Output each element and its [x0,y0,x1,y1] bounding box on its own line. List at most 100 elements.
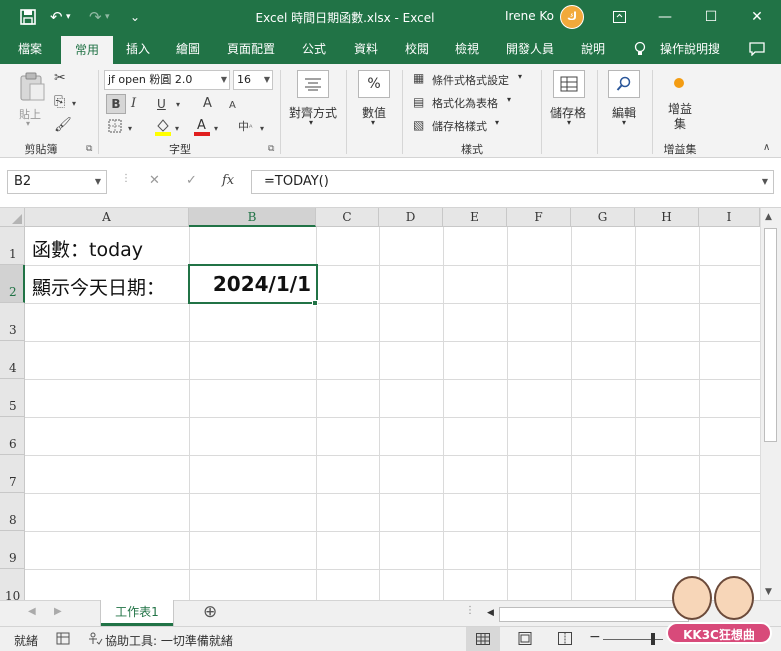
name-box[interactable]: B2 ▼ [7,170,107,194]
redo-dropdown-icon[interactable]: ▾ [105,7,110,27]
shrink-font-button[interactable]: A [229,98,236,114]
copy-dropdown-icon[interactable]: ▾ [72,96,76,112]
tab-data[interactable]: 資料 [346,34,386,64]
addins-button[interactable]: 增益集 [668,102,692,132]
maximize-icon[interactable]: ☐ [696,6,726,28]
macro-record-icon[interactable] [56,632,70,648]
clipboard-launcher-icon[interactable]: ⧉ [86,144,92,154]
select-all-button[interactable] [0,208,25,227]
underline-dropdown-icon[interactable]: ▾ [176,97,180,113]
zoom-out-icon[interactable]: − [589,629,601,645]
sheet-tab-1[interactable]: 工作表1 [101,600,173,626]
accessibility-icon[interactable] [87,632,103,648]
cancel-icon[interactable]: ✕ [149,173,160,188]
add-sheet-icon[interactable]: ⊕ [203,602,217,622]
collapse-ribbon-icon[interactable]: ∧ [763,140,770,156]
tab-review[interactable]: 校閱 [397,34,437,64]
vertical-scroll-thumb[interactable] [764,228,777,442]
tab-view[interactable]: 檢視 [447,34,487,64]
row-header-1[interactable]: 1 [0,227,25,265]
undo-dropdown-icon[interactable]: ▾ [66,7,71,27]
minimize-icon[interactable]: — [650,6,680,28]
tab-insert[interactable]: 插入 [118,34,158,64]
tell-me-search[interactable]: 操作說明搜 [660,34,720,64]
paste-icon[interactable] [17,72,47,106]
phonetic-icon[interactable]: 中ᴬ [238,119,252,136]
sheet-next-icon[interactable]: ▶ [54,606,62,617]
page-break-view-icon[interactable] [558,632,572,648]
row-header-8[interactable]: 8 [0,493,25,531]
alignment-icon[interactable] [297,70,329,98]
scroll-up-icon[interactable]: ▲ [765,212,772,222]
row-header-10[interactable]: 10 [0,569,25,600]
avatar[interactable]: ك [560,5,584,29]
bold-button[interactable]: B [106,94,126,114]
conditional-format-dropdown-icon[interactable]: ▾ [518,72,522,81]
editing-icon[interactable] [608,70,640,98]
format-painter-icon[interactable]: 🖌 [54,117,72,133]
column-header-b[interactable]: B [189,208,316,227]
sheet-prev-icon[interactable]: ◀ [28,606,36,617]
italic-button[interactable]: I [131,96,136,112]
zoom-slider-thumb[interactable] [651,633,655,645]
column-header-a[interactable]: A [25,208,189,227]
paste-dropdown-icon[interactable]: ▾ [26,119,30,128]
column-header-c[interactable]: C [316,208,379,227]
customize-toolbar-icon[interactable]: ⌄ [130,7,140,27]
fill-color-dropdown-icon[interactable]: ▾ [175,121,179,137]
cut-icon[interactable]: ✂ [54,70,66,86]
borders-icon[interactable] [108,119,122,137]
copy-icon[interactable]: ⎘ [54,94,65,110]
conditional-format-button[interactable]: 條件式格式設定 [432,72,509,88]
column-header-d[interactable]: D [379,208,443,227]
number-dropdown-icon[interactable]: ▾ [371,118,375,127]
page-layout-view-icon[interactable] [518,632,532,648]
cell-styles-button[interactable]: 儲存格樣式 [432,118,487,134]
tab-file[interactable]: 檔案 [8,34,52,64]
row-header-2[interactable]: 2 [0,265,25,303]
font-name-select[interactable]: jf open 粉圓 2.0 ▼ [104,70,230,90]
splitter-dots-icon[interactable]: ⋮ [465,605,475,616]
tab-formulas[interactable]: 公式 [294,34,334,64]
column-header-f[interactable]: F [507,208,571,227]
number-format-icon[interactable]: % [358,70,390,98]
scroll-left-icon[interactable]: ◀ [487,608,494,618]
save-icon[interactable] [20,7,36,30]
tab-developer[interactable]: 開發人員 [500,34,560,64]
format-table-dropdown-icon[interactable]: ▾ [507,95,511,104]
alignment-dropdown-icon[interactable]: ▾ [309,118,313,127]
user-name[interactable]: Irene Ko [505,9,554,23]
ribbon-display-options-icon[interactable] [604,6,634,28]
fill-color-icon[interactable] [154,116,172,140]
font-size-select[interactable]: 16 ▼ [233,70,273,90]
font-color-dropdown-icon[interactable]: ▾ [214,121,218,137]
cells-icon[interactable] [553,70,585,98]
format-table-button[interactable]: 格式化為表格 [432,95,498,111]
row-header-5[interactable]: 5 [0,379,25,417]
editing-dropdown-icon[interactable]: ▾ [622,118,626,127]
cell-styles-dropdown-icon[interactable]: ▾ [495,118,499,127]
borders-dropdown-icon[interactable]: ▾ [128,121,132,137]
row-header-9[interactable]: 9 [0,531,25,569]
row-header-4[interactable]: 4 [0,341,25,379]
close-icon[interactable]: ✕ [742,6,772,28]
accessibility-status[interactable]: 協助工具: 一切準備就緒 [105,632,233,649]
normal-view-icon[interactable] [466,627,500,651]
undo-icon[interactable]: ↶ [50,7,63,27]
addins-icon[interactable] [672,76,686,94]
cell-styles-icon[interactable]: ▧ [413,117,424,133]
tab-page-layout[interactable]: 頁面配置 [222,34,280,64]
vertical-scrollbar[interactable]: ▲ ▼ [760,208,781,600]
row-header-7[interactable]: 7 [0,455,25,493]
cell-a2[interactable]: 顯示今天日期： [32,273,165,300]
column-header-e[interactable]: E [443,208,507,227]
tab-help[interactable]: 說明 [573,34,613,64]
tab-home[interactable]: 常用 [61,36,113,64]
worksheet-grid[interactable]: A B C D E F G H I 1 2 3 4 5 6 7 8 9 10 函… [0,208,760,600]
formula-input[interactable]: =TODAY() ▼ [251,170,774,194]
redo-icon[interactable]: ↷ [89,7,102,27]
font-color-icon[interactable]: A [193,116,211,140]
font-launcher-icon[interactable]: ⧉ [268,144,274,154]
cell-a1[interactable]: 函數：today [32,235,143,262]
column-header-h[interactable]: H [635,208,699,227]
